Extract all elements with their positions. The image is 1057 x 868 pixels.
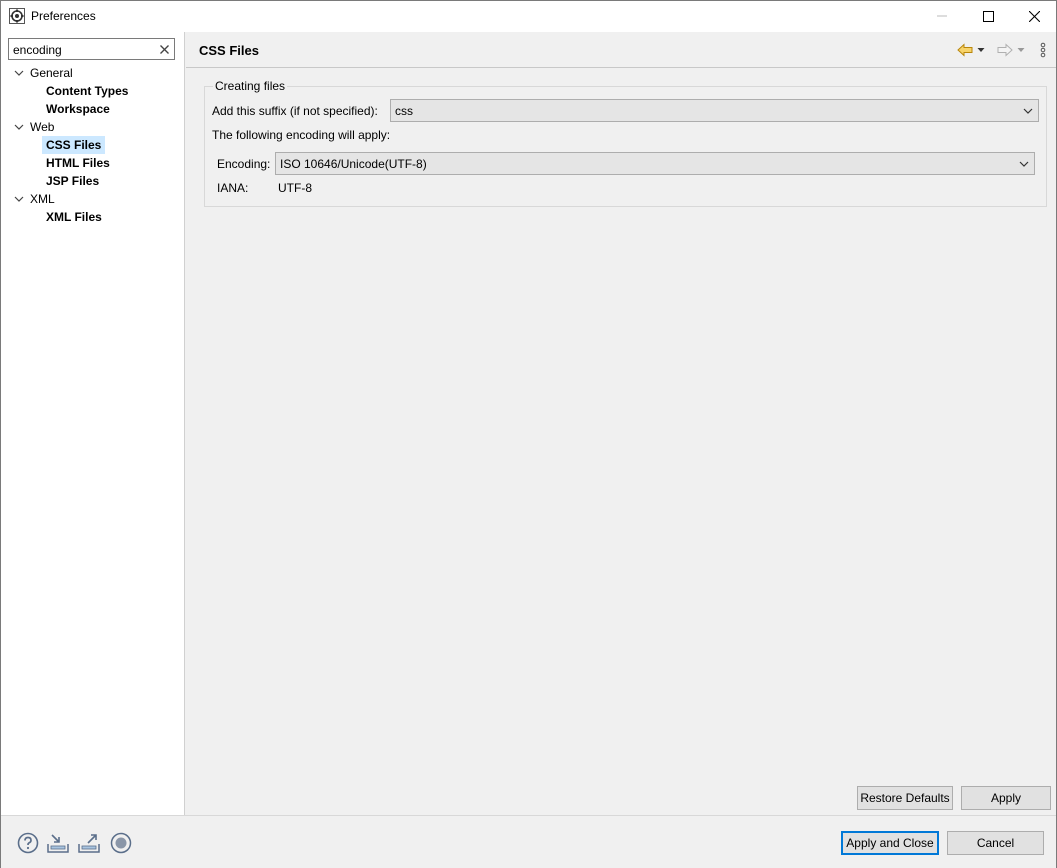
suffix-value: css [395, 104, 413, 118]
clear-icon[interactable] [158, 42, 170, 56]
apply-button[interactable]: Apply [961, 786, 1051, 810]
filter-input[interactable] [13, 42, 153, 57]
help-icon[interactable] [16, 831, 40, 855]
minimize-icon [937, 15, 947, 17]
maximize-button[interactable] [965, 1, 1011, 31]
back-arrow-icon[interactable] [956, 41, 974, 59]
title-bar: Preferences [1, 1, 1056, 32]
encoding-value: ISO 10646/Unicode(UTF-8) [280, 157, 427, 171]
preference-page: CSS Files Creating files Add this suffix… [186, 32, 1056, 815]
apply-and-close-button[interactable]: Apply and Close [841, 831, 939, 855]
view-menu-icon[interactable] [1034, 41, 1052, 59]
tree-item-workspace[interactable]: Workspace [42, 100, 114, 118]
tree-item-content-types[interactable]: Content Types [42, 82, 132, 100]
cancel-button[interactable]: Cancel [947, 831, 1044, 855]
maximize-icon [982, 10, 994, 22]
tree-item-label: Content Types [46, 84, 129, 98]
encoding-label: Encoding: [217, 157, 271, 171]
window-title: Preferences [31, 9, 96, 23]
chevron-down-icon[interactable] [13, 121, 25, 133]
tree-item-jsp-files[interactable]: JSP Files [42, 172, 103, 190]
record-icon[interactable] [109, 831, 133, 855]
chevron-down-icon[interactable] [13, 193, 25, 205]
tree-item-label: CSS Files [46, 138, 102, 152]
eclipse-preferences-icon [9, 8, 25, 24]
page-title: CSS Files [199, 43, 259, 58]
tree-item-label: XML Files [46, 210, 102, 224]
encoding-combo[interactable]: ISO 10646/Unicode(UTF-8) [275, 152, 1035, 175]
import-icon[interactable] [46, 831, 70, 855]
tree-item-label: General [30, 66, 73, 80]
tree-item-label: Workspace [46, 102, 110, 116]
close-window-button[interactable] [1011, 1, 1057, 31]
chevron-down-icon [1023, 108, 1033, 114]
minimize-button[interactable] [919, 1, 965, 31]
encoding-note: The following encoding will apply: [212, 128, 391, 142]
tree-item-web[interactable]: Web [13, 118, 54, 136]
tree-item-xml-files[interactable]: XML Files [42, 208, 106, 226]
back-dropdown-icon[interactable] [976, 41, 986, 59]
chevron-down-icon[interactable] [13, 67, 25, 79]
tree-item-label: HTML Files [46, 156, 110, 170]
tree-item-css-files[interactable]: CSS Files [42, 136, 106, 154]
tree-item-label: Web [30, 120, 55, 134]
creating-files-group: Creating files Add this suffix (if not s… [204, 79, 1047, 207]
iana-value: UTF-8 [278, 181, 312, 195]
preference-tree-panel: General Content Types Workspace Web CSS … [1, 32, 185, 815]
tree-item-label: XML [30, 192, 55, 206]
page-navigation [956, 40, 1052, 60]
export-icon[interactable] [77, 831, 101, 855]
preferences-window: Preferences General Content Types [0, 0, 1057, 868]
suffix-label: Add this suffix (if not specified): [212, 104, 378, 118]
dialog-button-bar: Apply and Close Cancel [1, 815, 1056, 868]
group-legend: Creating files [213, 79, 288, 93]
forward-dropdown-icon[interactable] [1016, 41, 1026, 59]
iana-label: IANA: [217, 181, 249, 195]
forward-arrow-icon[interactable] [996, 41, 1014, 59]
page-header: CSS Files [186, 32, 1056, 68]
tree-item-html-files[interactable]: HTML Files [42, 154, 114, 172]
chevron-down-icon [1019, 161, 1029, 167]
restore-defaults-button[interactable]: Restore Defaults [857, 786, 953, 810]
tree-item-label: JSP Files [46, 174, 100, 188]
suffix-combo[interactable]: css [390, 99, 1039, 122]
filter-field[interactable] [8, 38, 175, 60]
tree-item-general[interactable]: General [13, 64, 73, 82]
tree-item-xml[interactable]: XML [13, 190, 55, 208]
close-icon [1028, 10, 1040, 22]
